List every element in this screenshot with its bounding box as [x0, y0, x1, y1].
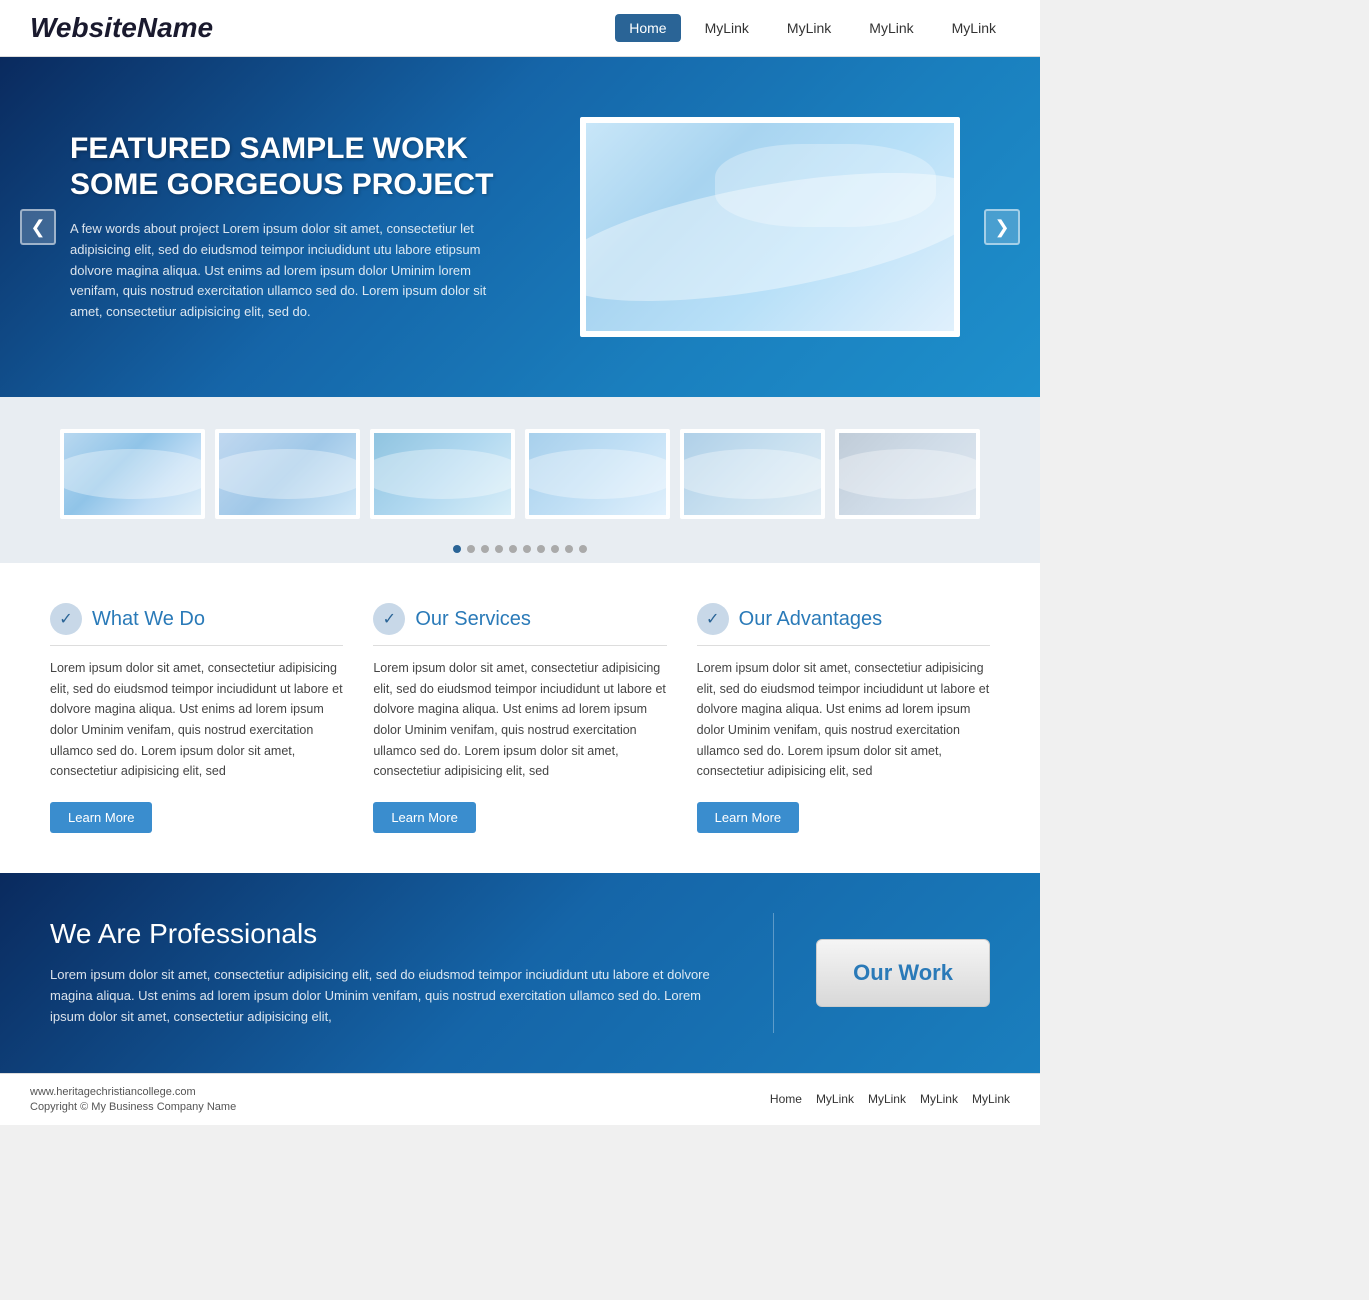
feature-3-title: Our Advantages [739, 608, 882, 631]
dark-section-body: Lorem ipsum dolor sit amet, consectetiur… [50, 964, 730, 1028]
nav-link-1[interactable]: MyLink [691, 14, 763, 42]
dot-7[interactable] [537, 545, 545, 553]
hero-next-button[interactable]: ❯ [984, 209, 1020, 245]
dot-9[interactable] [565, 545, 573, 553]
site-logo: WebsiteName [30, 12, 213, 44]
dot-1[interactable] [453, 545, 461, 553]
gallery-thumbs [30, 413, 1010, 535]
gallery-thumb-4[interactable] [525, 429, 670, 519]
nav-link-2[interactable]: MyLink [773, 14, 845, 42]
dot-3[interactable] [481, 545, 489, 553]
nav-link-3[interactable]: MyLink [855, 14, 927, 42]
feature-2-body: Lorem ipsum dolor sit amet, consectetiur… [373, 658, 666, 782]
hero-image [580, 117, 960, 337]
feature-1-title: What We Do [92, 608, 205, 631]
footer-nav-link-2[interactable]: MyLink [868, 1092, 906, 1106]
learn-more-button-2[interactable]: Learn More [373, 802, 475, 833]
gallery-strip [0, 397, 1040, 563]
dark-cta-section: We Are Professionals Lorem ipsum dolor s… [0, 873, 1040, 1073]
main-nav: Home MyLink MyLink MyLink MyLink [615, 14, 1010, 42]
footer-nav-home[interactable]: Home [770, 1092, 802, 1106]
learn-more-button-3[interactable]: Learn More [697, 802, 799, 833]
footer-nav-link-4[interactable]: MyLink [972, 1092, 1010, 1106]
nav-link-4[interactable]: MyLink [938, 14, 1010, 42]
hero-content: FEATURED SAMPLE WORK SOME GORGEOUS PROJE… [70, 131, 510, 323]
feature-1-body: Lorem ipsum dolor sit amet, consectetiur… [50, 658, 343, 782]
gallery-thumb-2[interactable] [215, 429, 360, 519]
hero-title: FEATURED SAMPLE WORK SOME GORGEOUS PROJE… [70, 131, 510, 203]
feature-3-heading: ✓ Our Advantages [697, 603, 990, 646]
dot-6[interactable] [523, 545, 531, 553]
feature-2-title: Our Services [415, 608, 531, 631]
footer-nav: Home MyLink MyLink MyLink MyLink [770, 1092, 1010, 1106]
feature-col-3: ✓ Our Advantages Lorem ipsum dolor sit a… [697, 603, 990, 833]
gallery-thumb-6[interactable] [835, 429, 980, 519]
footer-left: www.heritagechristiancollege.com Copyrig… [30, 1086, 236, 1113]
feature-col-1: ✓ What We Do Lorem ipsum dolor sit amet,… [50, 603, 343, 833]
dot-2[interactable] [467, 545, 475, 553]
header: WebsiteName Home MyLink MyLink MyLink My… [0, 0, 1040, 57]
nav-home[interactable]: Home [615, 14, 680, 42]
our-work-button[interactable]: Our Work [816, 939, 990, 1007]
dot-4[interactable] [495, 545, 503, 553]
gallery-thumb-1[interactable] [60, 429, 205, 519]
footer-copyright: Copyright © My Business Company Name [30, 1101, 236, 1113]
dot-8[interactable] [551, 545, 559, 553]
footer-website: www.heritagechristiancollege.com [30, 1086, 236, 1098]
dot-10[interactable] [579, 545, 587, 553]
footer: www.heritagechristiancollege.com Copyrig… [0, 1073, 1040, 1125]
gallery-thumb-3[interactable] [370, 429, 515, 519]
feature-1-icon: ✓ [50, 603, 82, 635]
gallery-thumb-5[interactable] [680, 429, 825, 519]
feature-3-body: Lorem ipsum dolor sit amet, consectetiur… [697, 658, 990, 782]
gallery-dots [30, 535, 1010, 557]
feature-2-icon: ✓ [373, 603, 405, 635]
dot-5[interactable] [509, 545, 517, 553]
vertical-divider [773, 913, 774, 1033]
feature-1-heading: ✓ What We Do [50, 603, 343, 646]
dark-left-content: We Are Professionals Lorem ipsum dolor s… [50, 918, 730, 1028]
footer-nav-link-1[interactable]: MyLink [816, 1092, 854, 1106]
hero-section: ❮ FEATURED SAMPLE WORK SOME GORGEOUS PRO… [0, 57, 1040, 397]
hero-description: A few words about project Lorem ipsum do… [70, 219, 510, 323]
dark-section-title: We Are Professionals [50, 918, 730, 950]
feature-2-heading: ✓ Our Services [373, 603, 666, 646]
learn-more-button-1[interactable]: Learn More [50, 802, 152, 833]
hero-prev-button[interactable]: ❮ [20, 209, 56, 245]
features-section: ✓ What We Do Lorem ipsum dolor sit amet,… [0, 563, 1040, 873]
footer-nav-link-3[interactable]: MyLink [920, 1092, 958, 1106]
feature-col-2: ✓ Our Services Lorem ipsum dolor sit ame… [373, 603, 666, 833]
feature-3-icon: ✓ [697, 603, 729, 635]
